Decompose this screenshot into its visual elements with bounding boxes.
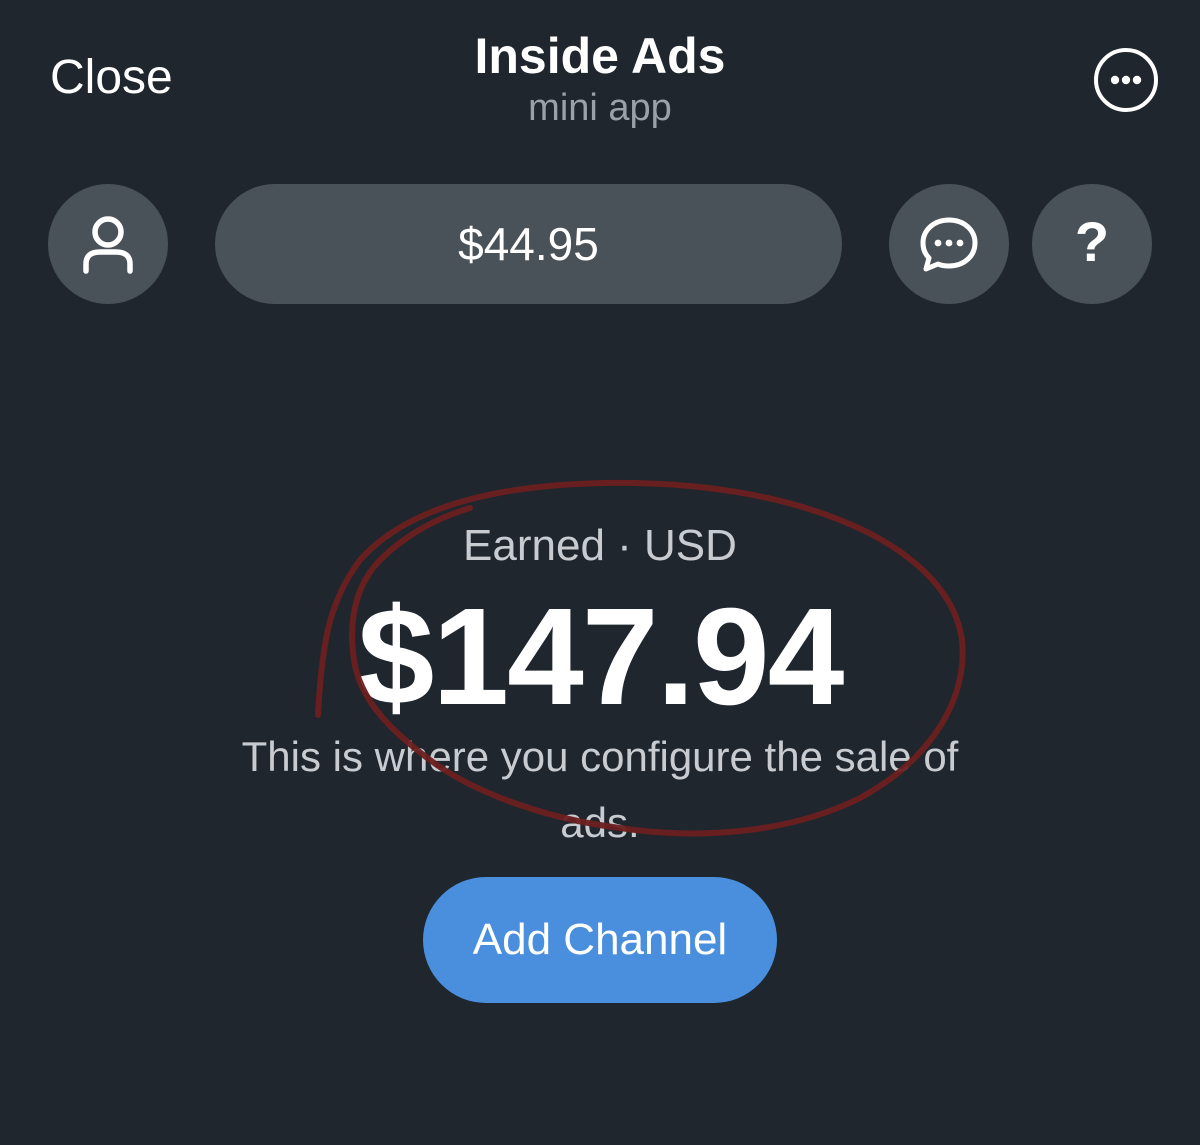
help-button[interactable]: ?	[1032, 184, 1152, 304]
close-button[interactable]: Close	[50, 50, 173, 106]
app-subtitle: mini app	[528, 87, 672, 129]
profile-button[interactable]	[48, 184, 168, 304]
earned-label: Earned · USD	[463, 521, 737, 570]
header-title-block: Inside Ads mini app	[300, 28, 900, 130]
earned-amount: $147.94	[357, 580, 845, 734]
add-channel-button[interactable]: Add Channel	[423, 877, 777, 1003]
user-icon	[83, 216, 133, 274]
more-horizontal-icon	[1110, 75, 1142, 85]
svg-text:?: ?	[1075, 210, 1109, 273]
app-title: Inside Ads	[474, 28, 726, 84]
chat-bubble-icon	[920, 217, 978, 272]
question-mark-icon: ?	[1075, 210, 1109, 273]
chat-button[interactable]	[889, 184, 1009, 304]
mini-app-screen: Close Inside Ads mini app $44.95 ? Earne…	[0, 0, 1200, 1145]
more-options-button[interactable]	[1094, 48, 1158, 112]
description-text: This is where you configure the sale of …	[241, 733, 959, 846]
balance-button[interactable]: $44.95	[215, 184, 842, 304]
